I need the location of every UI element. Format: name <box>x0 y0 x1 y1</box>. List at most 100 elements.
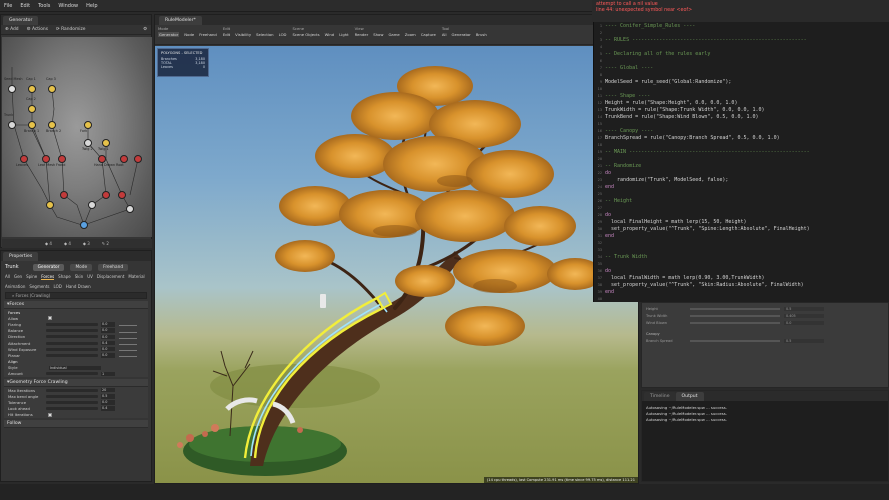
graph-node[interactable] <box>84 121 92 129</box>
graph-node[interactable] <box>28 121 36 129</box>
style-select[interactable]: Individual <box>49 365 101 371</box>
graph-node[interactable] <box>46 201 54 209</box>
category-tab-shape[interactable]: Shape <box>58 274 71 280</box>
force-curve[interactable] <box>119 335 137 339</box>
geo-value[interactable]: 0.0 <box>101 400 115 405</box>
randomize-button[interactable]: ⟳ Randomize <box>56 27 85 32</box>
category-tab-animation[interactable]: Animation <box>5 284 25 289</box>
graph-node[interactable] <box>48 121 56 129</box>
tool-capture-button[interactable]: Capture <box>421 32 436 37</box>
code-editor[interactable]: 1 ---- Conifer_Simple_Rules ---- 2 3 -- RULE… <box>593 22 889 302</box>
param-slider[interactable] <box>690 314 780 317</box>
menu-item-window[interactable]: Window <box>58 3 78 9</box>
graph-node[interactable] <box>60 191 68 199</box>
generator-graph[interactable]: Seed Mesh Trunk Cap 1 Cap 2 Cap 3 Branch 1 Bra… <box>2 37 152 237</box>
graph-node[interactable] <box>84 139 92 147</box>
force-slider[interactable] <box>46 322 98 326</box>
category-tab-spine[interactable]: Spine <box>26 274 37 280</box>
category-tab-uv[interactable]: UV <box>87 274 93 280</box>
tool-selection-button[interactable]: Selection <box>256 32 274 37</box>
settings-icon[interactable]: ⚙ <box>143 27 147 32</box>
property-search-input[interactable]: ⌕ Forces (Crawling) <box>5 292 147 299</box>
force-curve[interactable] <box>119 322 137 327</box>
category-tab-displacement[interactable]: Displacement <box>97 274 125 280</box>
graph-node[interactable] <box>120 155 128 163</box>
tool-show-button[interactable]: Show <box>373 32 383 37</box>
param-value[interactable]: 0.5 <box>784 306 824 311</box>
graph-node[interactable] <box>20 155 28 163</box>
geo-slider[interactable] <box>46 401 98 405</box>
amount-slider[interactable] <box>46 372 98 376</box>
tool-generator-button[interactable]: Generator <box>452 32 471 37</box>
geo-value[interactable]: 20 <box>101 387 115 393</box>
menu-item-file[interactable]: File <box>4 3 12 9</box>
force-curve[interactable] <box>119 353 137 358</box>
param-slider[interactable] <box>690 321 780 324</box>
force-slider[interactable] <box>46 353 98 357</box>
tab-timeline[interactable]: Timeline <box>644 392 676 401</box>
force-curve[interactable] <box>119 341 137 346</box>
force-slider[interactable] <box>46 347 98 351</box>
param-slider[interactable] <box>690 339 780 342</box>
tab-output[interactable]: Output <box>675 392 704 401</box>
graph-node[interactable] <box>118 191 126 199</box>
tab-rulemodeler[interactable]: RuleModeler* <box>159 16 202 25</box>
follow-title[interactable]: Follow <box>4 420 148 428</box>
forces-section-title[interactable]: ▾ Forces <box>4 301 148 309</box>
force-value[interactable]: 0.4 <box>101 340 115 346</box>
graph-node[interactable] <box>8 121 16 129</box>
graph-node[interactable] <box>28 85 36 93</box>
category-tab-lod[interactable]: LOD <box>54 284 62 289</box>
graph-node[interactable] <box>48 85 56 93</box>
param-slider[interactable] <box>690 307 780 310</box>
category-tab-material[interactable]: Material <box>128 274 144 280</box>
geo-checkbox[interactable] <box>48 412 52 417</box>
add-button[interactable]: ⊕ Add <box>5 27 19 32</box>
param-value[interactable]: 0.0 <box>784 320 824 325</box>
geo-slider[interactable] <box>46 388 98 392</box>
tool-scene-objects-button[interactable]: Scene Objects <box>293 32 320 37</box>
category-tab-skin[interactable]: Skin <box>75 274 84 280</box>
allow-checkbox[interactable] <box>48 316 52 321</box>
tool-wind-button[interactable]: Wind <box>325 32 335 37</box>
tool-freehand-button[interactable]: Freehand <box>199 32 217 37</box>
geo-slider[interactable] <box>46 407 98 411</box>
tool-generator-button[interactable]: Generator <box>158 32 180 37</box>
actions-button[interactable]: ⚙ Actions <box>27 27 48 32</box>
graph-node[interactable] <box>102 191 110 199</box>
category-tab-forces[interactable]: Forces <box>41 274 55 280</box>
graph-node[interactable] <box>28 105 36 113</box>
graph-node[interactable] <box>58 155 66 163</box>
scene-view[interactable]: POLYGONS - SELECTED Branches 3,180 TOTAL 3,… <box>155 46 638 483</box>
geo-value[interactable]: 0.4 <box>101 406 115 411</box>
tool-render-button[interactable]: Render <box>355 32 369 37</box>
force-slider[interactable] <box>46 329 98 333</box>
tool-zoom-button[interactable]: Zoom <box>405 32 416 37</box>
tool-visibility-button[interactable]: Visibility <box>235 32 251 37</box>
graph-node[interactable] <box>102 139 110 147</box>
mode-freehand-button[interactable]: Freehand <box>98 263 129 271</box>
force-slider[interactable] <box>46 335 98 339</box>
force-value[interactable]: 0.0 <box>101 328 115 333</box>
force-value[interactable]: 0.0 <box>101 346 115 352</box>
menu-item-help[interactable]: Help <box>86 3 97 9</box>
category-tab-hand-drawn[interactable]: Hand Drawn <box>66 284 91 289</box>
tool-node-button[interactable]: Node <box>184 32 194 37</box>
graph-node[interactable] <box>126 205 134 213</box>
mode-node-button[interactable]: Mode <box>70 263 93 271</box>
menu-item-tools[interactable]: Tools <box>38 3 50 9</box>
geo-slider[interactable] <box>46 394 98 398</box>
mode-generator-button[interactable]: Generator <box>32 263 65 271</box>
category-tab-all[interactable]: All <box>5 274 10 280</box>
tool-lod-button[interactable]: LOD <box>279 32 287 37</box>
force-value[interactable]: 0.0 <box>101 322 115 327</box>
param-value[interactable]: 0.405 <box>784 313 824 318</box>
force-curve[interactable] <box>119 329 137 333</box>
menu-item-edit[interactable]: Edit <box>20 3 30 9</box>
force-value[interactable]: 0.0 <box>101 353 115 358</box>
graph-node[interactable] <box>88 201 96 209</box>
tool-brush-button[interactable]: Brush <box>476 32 487 37</box>
force-slider[interactable] <box>46 341 98 345</box>
graph-node[interactable] <box>134 155 142 163</box>
graph-node[interactable] <box>8 85 16 93</box>
